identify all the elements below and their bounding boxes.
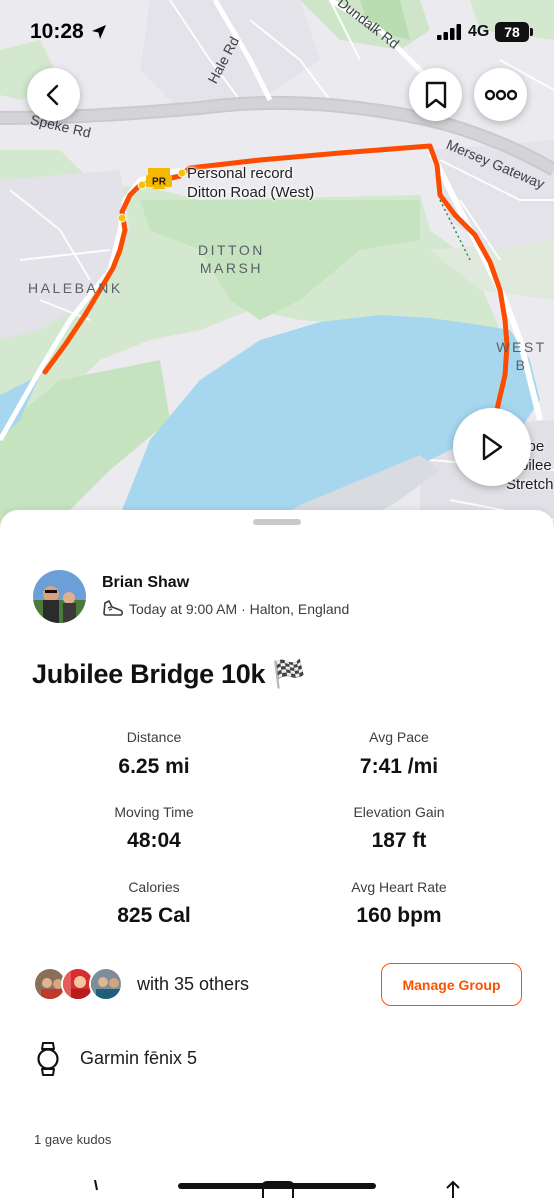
chevron-left-icon [46, 84, 58, 105]
play-flyover-button[interactable] [453, 408, 531, 486]
athlete-name[interactable]: Brian Shaw [102, 574, 189, 592]
pr-title: Personal record [187, 165, 293, 182]
watch-icon [37, 1042, 59, 1076]
stat-value-avg-pace: 7:41 /mi [359, 755, 439, 778]
status-time: 10:28 [30, 20, 84, 43]
pr-label[interactable]: Personal record Ditton Road (West) [187, 164, 314, 202]
bookmark-icon [425, 81, 446, 108]
pr-trophy-icon: PR [146, 168, 172, 189]
route-map[interactable]: Speke Rd Hale Rd Dundalk Rd Mersey Gatew… [0, 0, 554, 540]
sheet-grabber[interactable] [253, 519, 301, 525]
kudos-count[interactable]: 1 gave kudos [34, 1132, 111, 1147]
group-text[interactable]: with 35 others [137, 974, 249, 995]
place-label-halebank: HALEBANK [28, 280, 123, 296]
more-options-button[interactable] [474, 68, 527, 121]
stat-value-calories: 825 Cal [117, 904, 191, 927]
stat-value-distance: 6.25 mi [118, 755, 190, 778]
location-arrow-icon [92, 25, 106, 39]
bookmark-button[interactable] [409, 68, 462, 121]
network-type: 4G [468, 23, 490, 40]
battery-indicator: 78 [495, 22, 533, 42]
stat-label-elevation-gain: Elevation Gain [353, 804, 445, 820]
share-tab-icon[interactable] [442, 1180, 464, 1200]
kudos-tab-icon[interactable] [84, 1180, 106, 1200]
home-indicator [178, 1183, 376, 1189]
stat-value-avg-heart-rate: 160 bpm [356, 904, 442, 927]
avatar-photo [33, 570, 86, 623]
signal-bars-icon [437, 24, 461, 40]
status-bar: 10:28 4G 78 [0, 0, 554, 60]
stat-label-moving-time: Moving Time [114, 804, 194, 820]
activity-sheet[interactable]: Brian Shaw Today at 9:00 AM · Halton, En… [0, 510, 554, 1200]
stat-value-elevation-gain: 187 ft [371, 829, 427, 852]
place-label-ditton-marsh: DITTON MARSH [198, 242, 265, 276]
place-label-west-bank: WEST B [496, 339, 547, 373]
athlete-avatar[interactable] [33, 570, 86, 623]
more-horizontal-icon [484, 89, 517, 100]
group-avatars[interactable] [33, 967, 125, 1003]
activity-meta: Today at 9:00 AM · Halton, England [129, 601, 350, 617]
pr-marker[interactable]: PR [144, 165, 174, 195]
stat-label-avg-pace: Avg Pace [369, 729, 429, 745]
stat-value-moving-time: 48:04 [127, 829, 181, 852]
running-shoe-icon [103, 600, 124, 616]
stat-label-calories: Calories [128, 879, 180, 895]
pr-segment-name: Ditton Road (West) [187, 184, 315, 201]
manage-group-button[interactable]: Manage Group [381, 963, 522, 1006]
device-name: Garmin fēnix 5 [80, 1048, 198, 1068]
activity-title: Jubilee Bridge 10k 🏁 [32, 659, 306, 689]
stat-label-distance: Distance [126, 729, 182, 745]
stat-label-avg-heart-rate: Avg Heart Rate [351, 879, 447, 895]
play-icon [482, 433, 503, 461]
svg-text:PR: PR [152, 177, 167, 188]
group-avatar [89, 967, 123, 1001]
back-button[interactable] [27, 68, 80, 121]
